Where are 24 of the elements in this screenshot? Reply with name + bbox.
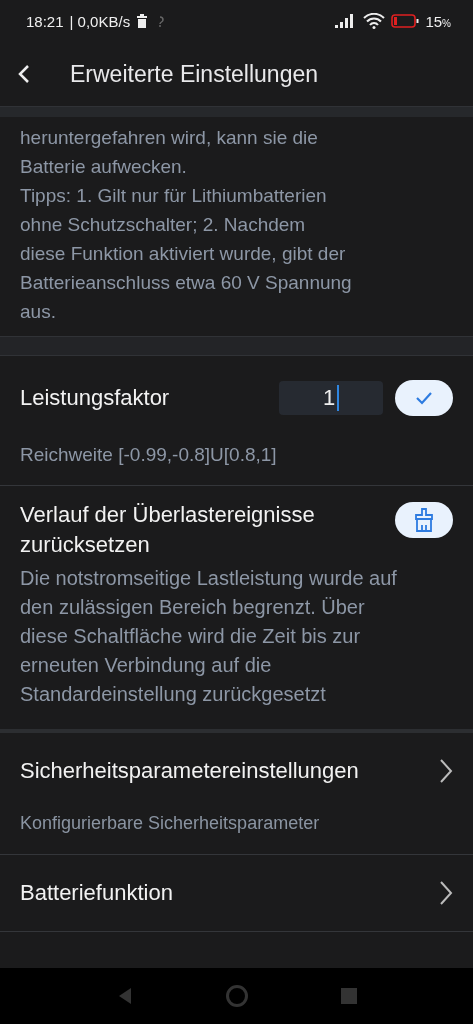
reset-button[interactable]	[395, 502, 453, 538]
settings-link[interactable]: Sicherheitsparametereinstellungen	[20, 733, 453, 809]
setting-label: Verlauf der Überlastereignisse zurücksetzen	[20, 501, 316, 559]
notice-text: heruntergefahren wird, kann sie die Batterie aufwecken. Tipps: 1. Gilt nur für Lithiumbatterien ohne Schutzschalter; 2. Nachdem diese Funktion aktiviert wurde, gibt der Batterieanschluss etwa 60 V Spannung aus.	[19, 126, 353, 324]
chevron-right-icon	[439, 758, 453, 784]
setting-hint: Reichweite [-0.99,-0.8]U[0.8,1]	[20, 443, 278, 467]
settings-link[interactable]: Batteriefunktion	[20, 855, 453, 931]
page-title: Erweiterte Einstellungen	[70, 60, 319, 88]
power-factor-field[interactable]: 1	[279, 381, 383, 415]
wifi-icon	[363, 13, 386, 29]
setting-label: Batteriefunktion	[20, 879, 174, 907]
setting-hint: Konfigurierbare Sicherheitsparameter	[20, 812, 321, 835]
trash-icon	[136, 14, 149, 28]
setting-hint: Die notstromseitige Lastleistung wurde auf den zulässigen Bereich begrenzt. Über diese Schaltfläche wird die Zeit bis zur erneuten Verbindung auf die Standardeinstellung zurückgesetzt	[20, 566, 398, 707]
brush-icon	[414, 508, 434, 532]
battery-percent: 15%	[425, 12, 451, 30]
chevron-right-icon	[439, 880, 453, 906]
status-time: 18:21	[26, 12, 64, 30]
setting-label: Leistungsfaktor	[20, 384, 171, 412]
confirm-button[interactable]	[395, 380, 453, 416]
network-speed: | 0,0KB/s	[69, 12, 131, 30]
checkmark-icon	[415, 391, 433, 405]
setting-label: Sicherheitsparametereinstellungen	[20, 757, 360, 785]
back-icon[interactable]	[18, 64, 30, 84]
